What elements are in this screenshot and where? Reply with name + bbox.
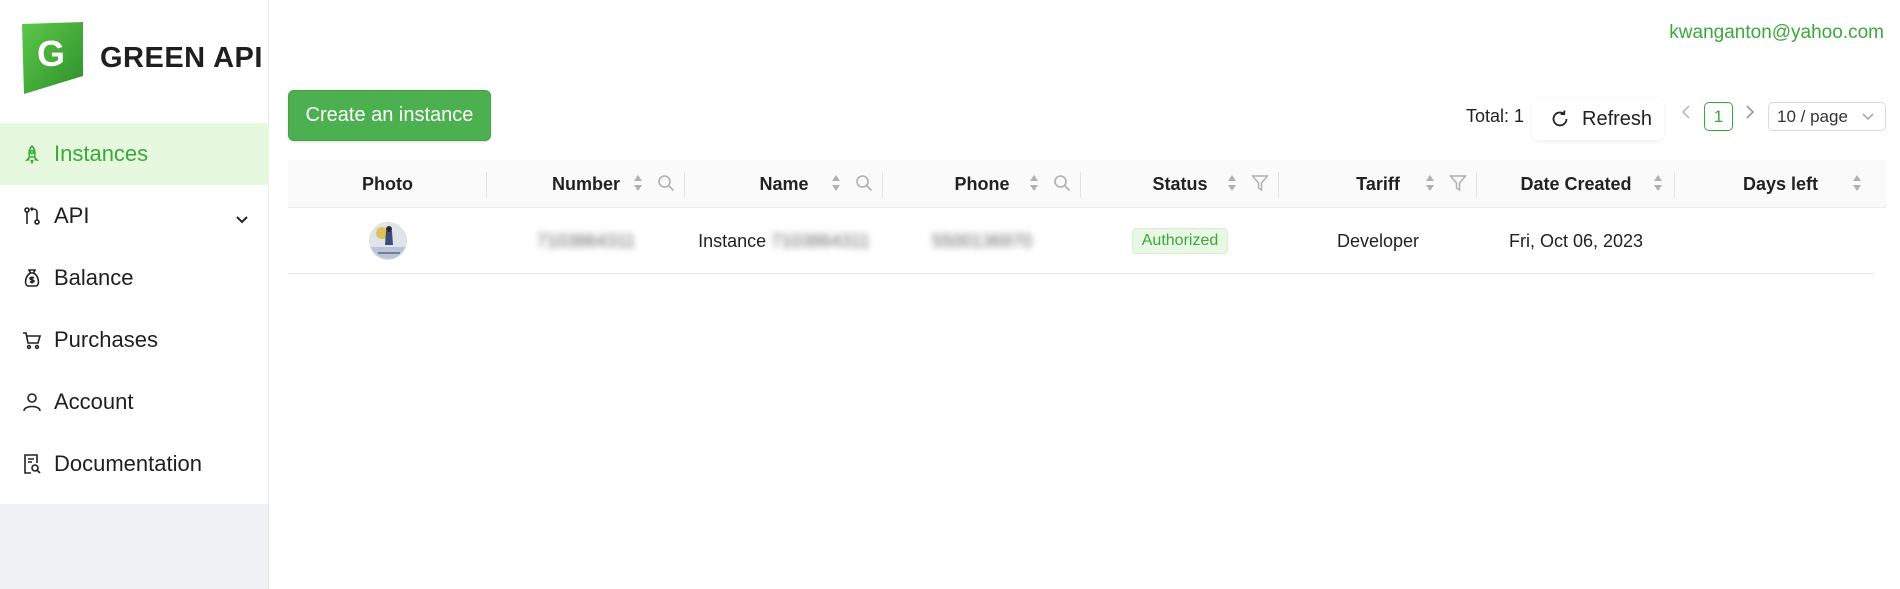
- sidebar-item-label: Instances: [54, 141, 149, 166]
- cart-icon: [22, 330, 42, 350]
- column-header-days-left[interactable]: Days left: [1675, 160, 1886, 208]
- column-label: Date Created: [1520, 173, 1632, 194]
- sort-icon[interactable]: [1425, 174, 1435, 192]
- user-email-link[interactable]: kwanganton@yahoo.com: [1669, 22, 1884, 44]
- sidebar-item-balance[interactable]: Balance: [0, 247, 269, 309]
- user-icon: [22, 392, 42, 412]
- sidebar-item-label: Account: [54, 389, 134, 414]
- avatar[interactable]: [368, 222, 407, 260]
- sort-icon[interactable]: [633, 174, 643, 192]
- sidebar-item-instances[interactable]: Instances: [0, 123, 269, 185]
- sidebar: G GREEN API Instances API Balance Purcha…: [0, 0, 269, 589]
- cell-photo: [288, 208, 487, 274]
- refresh-icon: [1552, 110, 1568, 127]
- filter-icon[interactable]: [1250, 174, 1270, 197]
- phone-number: 5500136970: [931, 230, 1033, 251]
- chevron-left-icon: [1681, 105, 1690, 119]
- cell-phone: 5500136970: [883, 208, 1081, 274]
- sidebar-item-label: Documentation: [54, 451, 202, 476]
- sort-icon[interactable]: [1029, 174, 1039, 192]
- sidebar-item-api[interactable]: API: [0, 185, 269, 247]
- create-instance-button[interactable]: Create an instance: [288, 90, 491, 141]
- sidebar-panel: G GREEN API Instances API Balance Purcha…: [0, 0, 269, 504]
- column-label: Days left: [1742, 173, 1819, 194]
- column-header-photo: Photo: [288, 160, 487, 208]
- sidebar-item-documentation[interactable]: Documentation: [0, 433, 269, 495]
- sidebar-item-purchases[interactable]: Purchases: [0, 309, 269, 371]
- refresh-button[interactable]: Refresh: [1532, 98, 1664, 140]
- money-bag-icon: [22, 268, 42, 288]
- sidebar-item-account[interactable]: Account: [0, 371, 269, 433]
- column-header-date-created[interactable]: Date Created: [1477, 160, 1675, 208]
- column-header-tariff[interactable]: Tariff: [1279, 160, 1477, 208]
- cell-date-created: Fri, Oct 06, 2023: [1477, 208, 1675, 274]
- column-label: Name: [759, 173, 809, 194]
- sidebar-item-label: Purchases: [54, 327, 158, 352]
- cell-tariff: Developer: [1279, 208, 1477, 274]
- branch-icon: [22, 206, 42, 226]
- column-header-name[interactable]: Name: [685, 160, 883, 208]
- column-header-number[interactable]: Number: [487, 160, 685, 208]
- instance-name-prefix: Instance: [698, 230, 767, 251]
- column-header-status[interactable]: Status: [1081, 160, 1279, 208]
- sort-icon[interactable]: [1653, 174, 1663, 192]
- total-count: Total: 1: [1466, 106, 1525, 126]
- table-header: Photo Number Name Phone Status Tariff Da…: [288, 160, 1886, 208]
- instance-number: 7103864311: [536, 230, 636, 251]
- column-label: Tariff: [1356, 173, 1400, 194]
- search-icon[interactable]: [1053, 174, 1071, 197]
- sort-icon[interactable]: [1852, 174, 1862, 192]
- chevron-down-icon: [235, 207, 249, 233]
- table-row[interactable]: 7103864311 Instance 7103864311 550013697…: [288, 208, 1874, 274]
- brand-name: GREEN API: [100, 41, 263, 74]
- instance-name-suffix: 7103864311: [771, 230, 870, 251]
- cell-name: Instance 7103864311: [685, 208, 883, 274]
- cell-number: 7103864311: [487, 208, 685, 274]
- sidebar-item-label: Balance: [54, 265, 134, 290]
- tariff-value: Developer: [1336, 230, 1420, 251]
- pagination-prev-button[interactable]: [1680, 104, 1692, 125]
- page-size-value: 10 / page: [1777, 106, 1848, 126]
- pagination-next-button[interactable]: [1744, 104, 1756, 125]
- chevron-right-icon: [1746, 105, 1755, 119]
- refresh-label: Refresh: [1582, 107, 1653, 130]
- pagination-page-1[interactable]: 1: [1704, 102, 1733, 131]
- filter-icon[interactable]: [1448, 174, 1468, 197]
- svg-text:G: G: [37, 33, 65, 74]
- sort-icon[interactable]: [831, 174, 841, 192]
- column-label: Photo: [362, 173, 413, 194]
- cell-status: Authorized: [1081, 208, 1279, 274]
- search-icon[interactable]: [657, 174, 675, 197]
- instances-table: Photo Number Name Phone Status Tariff Da…: [288, 160, 1886, 274]
- sort-icon[interactable]: [1227, 174, 1237, 192]
- green-api-logo-icon: G: [22, 22, 83, 94]
- column-label: Number: [551, 173, 620, 194]
- brand-logo[interactable]: G GREEN API: [22, 22, 263, 94]
- rocket-icon: [22, 144, 42, 164]
- search-icon[interactable]: [855, 174, 873, 197]
- column-label: Phone: [954, 173, 1010, 194]
- cell-days-left: [1675, 208, 1874, 274]
- date-created-value: Fri, Oct 06, 2023: [1508, 230, 1644, 251]
- column-header-phone[interactable]: Phone: [883, 160, 1081, 208]
- sidebar-nav: Instances API Balance Purchases Account …: [0, 123, 269, 495]
- chevron-down-icon: [1861, 109, 1875, 129]
- document-search-icon: [22, 454, 42, 474]
- status-badge: Authorized: [1131, 228, 1229, 254]
- page-size-select[interactable]: 10 / page: [1768, 102, 1886, 131]
- column-label: Status: [1152, 173, 1208, 194]
- sidebar-item-label: API: [54, 203, 90, 228]
